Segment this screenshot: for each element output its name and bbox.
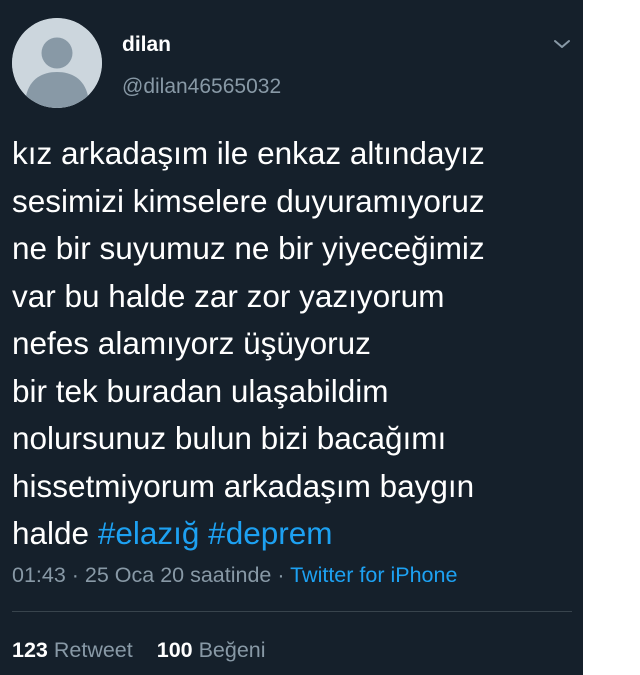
tweet-source-link[interactable]: Twitter for iPhone <box>290 563 457 587</box>
retweets-count: 123 <box>12 638 48 662</box>
likes-label: Beğeni <box>198 638 266 662</box>
divider <box>12 611 572 612</box>
tweet-text-line: kız arkadaşım ile enkaz altındayız <box>12 135 485 171</box>
tweet-text-last-line: halde #elazığ #deprem <box>12 510 582 558</box>
hashtag-spacer <box>199 515 208 551</box>
avatar-silhouette <box>12 18 102 108</box>
retweets-stat[interactable]: 123 Retweet <box>12 638 133 662</box>
tweet-text-line: nefes alamıyorz üşüyoruz <box>12 325 371 361</box>
tweet-text-line: hissetmiyorum arkadaşım baygın <box>12 467 475 504</box>
tweet-stats: 123 Retweet 100 Beğeni <box>12 636 266 664</box>
meta-separator: · <box>65 563 85 587</box>
tweet-time[interactable]: 01:43 <box>12 563 66 587</box>
tweet-text-line: ne bir suyumuz ne bir yiyeceğimiz <box>12 230 485 266</box>
likes-count: 100 <box>156 638 193 662</box>
tweet-text-line: bir tek buradan ulaşabildim <box>12 372 389 409</box>
hashtag-deprem-link[interactable]: #deprem <box>208 515 332 551</box>
hashtag-elazig-link[interactable]: #elazığ <box>98 515 200 551</box>
tweet-text: kız arkadaşım ile enkaz altındayız sesim… <box>12 130 582 558</box>
user-handle[interactable]: @dilan46565032 <box>122 75 281 99</box>
likes-stat[interactable]: 100 Beğeni <box>157 638 266 662</box>
tweet-text-line: var bu halde zar zor yazıyorum <box>12 277 445 314</box>
retweets-label: Retweet <box>53 638 133 662</box>
tweet-text-line: sesimizi kimselere duyuramıyoruz <box>12 182 485 219</box>
tweet-text-fragment: halde <box>12 515 98 551</box>
tweet-meta: 01:43 · 25 Oca 20 saatinde · Twitter for… <box>12 561 457 589</box>
display-name[interactable]: dilan <box>122 33 171 57</box>
tweet-date[interactable]: 25 Oca 20 saatinde <box>85 563 271 587</box>
meta-separator: · <box>271 563 291 587</box>
tweet-text-line: nolursunuz bulun bizi bacağımı <box>12 420 447 456</box>
chevron-down-icon[interactable] <box>550 32 574 56</box>
chevron-down-glyph <box>554 40 570 48</box>
default-avatar-icon[interactable] <box>12 18 102 108</box>
tweet-card: dilan @dilan46565032 kız arkadaşım ile e… <box>0 0 583 675</box>
